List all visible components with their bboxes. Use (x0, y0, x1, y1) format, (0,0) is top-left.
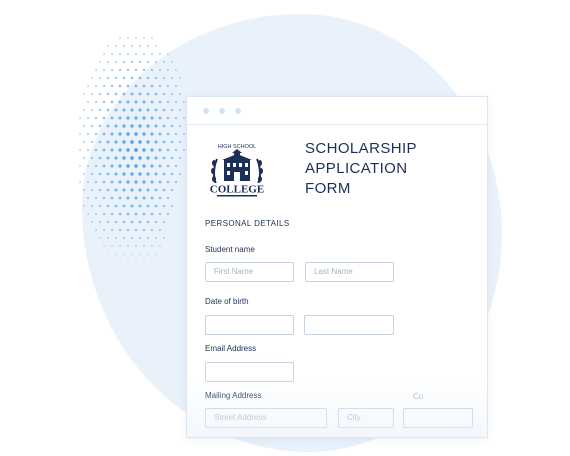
pattern-dot (107, 61, 109, 63)
pattern-dot (94, 116, 98, 120)
pattern-dot (94, 100, 98, 104)
college-logo: HIGH SCHOOL COLLEGE (209, 144, 265, 197)
pattern-dot (134, 52, 138, 56)
pattern-dot (106, 76, 110, 80)
pattern-dot (114, 76, 118, 80)
pattern-dot (79, 133, 81, 135)
pattern-dot (79, 117, 81, 119)
logo-top-text: HIGH SCHOOL (218, 144, 257, 150)
pattern-dot (127, 37, 129, 39)
pattern-dot (102, 100, 106, 104)
pattern-dot (118, 52, 122, 56)
pattern-dot (110, 100, 114, 104)
pattern-dot (83, 125, 85, 127)
pattern-dot (106, 92, 110, 96)
pattern-dot (98, 108, 102, 112)
pattern-dot (123, 45, 125, 47)
pattern-dot (143, 37, 145, 39)
pattern-dot (87, 85, 89, 87)
email-label: Email Address (205, 344, 257, 353)
pattern-dot (118, 84, 122, 88)
pattern-dot (155, 45, 157, 47)
pattern-dot (90, 140, 94, 144)
pattern-dot (102, 84, 106, 88)
bottom-fade (187, 377, 487, 437)
pattern-dot (79, 165, 81, 167)
pattern-dot (83, 109, 85, 111)
page-title: SCHOLARSHIP APPLICATION FORM (305, 139, 475, 199)
pattern-dot (83, 93, 85, 95)
pattern-dot (138, 60, 142, 64)
pattern-dot (98, 92, 102, 96)
pattern-dot (103, 53, 105, 55)
dob-input-1[interactable] (205, 315, 294, 335)
dob-input-2[interactable] (304, 315, 394, 335)
pattern-dot (87, 101, 89, 103)
pattern-dot (91, 77, 93, 79)
pattern-dot (90, 124, 94, 128)
dob-label: Date of birth (205, 297, 249, 306)
street-address-input[interactable]: Street Address (205, 408, 327, 428)
logo-main-text: COLLEGE (210, 184, 264, 196)
pattern-dot (106, 108, 110, 112)
window-dot-icon (203, 108, 209, 114)
pattern-dot (134, 68, 138, 72)
pattern-dot (135, 37, 137, 39)
pattern-dot (111, 53, 113, 55)
country-label: Co (413, 392, 424, 401)
pattern-dot (119, 37, 121, 39)
pattern-dot (139, 45, 141, 47)
section-title: PERSONAL DETAILS (205, 219, 290, 228)
pattern-dot (146, 60, 150, 64)
country-input[interactable] (403, 408, 473, 428)
pattern-dot (151, 53, 153, 55)
title-line: SCHOLARSHIP (305, 140, 417, 157)
pattern-dot (83, 141, 85, 143)
pattern-dot (115, 45, 117, 47)
browser-title-bar (187, 97, 487, 125)
pattern-dot (79, 181, 81, 183)
pattern-dot (130, 76, 134, 80)
pattern-dot (103, 69, 105, 71)
pattern-dot (114, 92, 118, 96)
pattern-dot (90, 108, 94, 112)
pattern-dot (86, 132, 90, 136)
pattern-dot (159, 53, 161, 55)
pattern-dot (142, 52, 146, 56)
student-name-label: Student name (205, 245, 255, 254)
pattern-dot (79, 149, 81, 151)
pattern-dot (86, 148, 90, 152)
window-dot-icon (219, 108, 225, 114)
title-line: APPLICATION (305, 160, 408, 177)
pattern-dot (86, 116, 90, 120)
pattern-dot (110, 68, 114, 72)
city-input[interactable]: City (338, 408, 394, 428)
pattern-dot (95, 85, 97, 87)
pattern-dot (99, 61, 101, 63)
title-line: FORM (305, 180, 351, 197)
browser-window-mockup: HIGH SCHOOL COLLEGE SCHOLARSHIP APPLICAT… (186, 96, 488, 438)
window-dot-icon (235, 108, 241, 114)
pattern-dot (151, 37, 153, 39)
pattern-dot (107, 45, 109, 47)
pattern-dot (147, 45, 149, 47)
pattern-dot (131, 45, 133, 47)
pattern-dot (110, 84, 114, 88)
last-name-input[interactable]: Last Name (305, 262, 394, 282)
pattern-dot (91, 93, 93, 95)
pattern-dot (95, 69, 97, 71)
pattern-dot (126, 68, 130, 72)
pattern-dot (122, 76, 126, 80)
pattern-dot (114, 60, 118, 64)
pattern-dot (83, 157, 85, 159)
pattern-dot (118, 68, 122, 72)
first-name-input[interactable]: First Name (205, 262, 294, 282)
pattern-dot (122, 60, 126, 64)
pattern-dot (130, 60, 134, 64)
pattern-dot (99, 77, 101, 79)
email-input[interactable] (205, 362, 294, 382)
pattern-dot (126, 52, 130, 56)
mailing-address-label: Mailing Address (205, 391, 262, 400)
